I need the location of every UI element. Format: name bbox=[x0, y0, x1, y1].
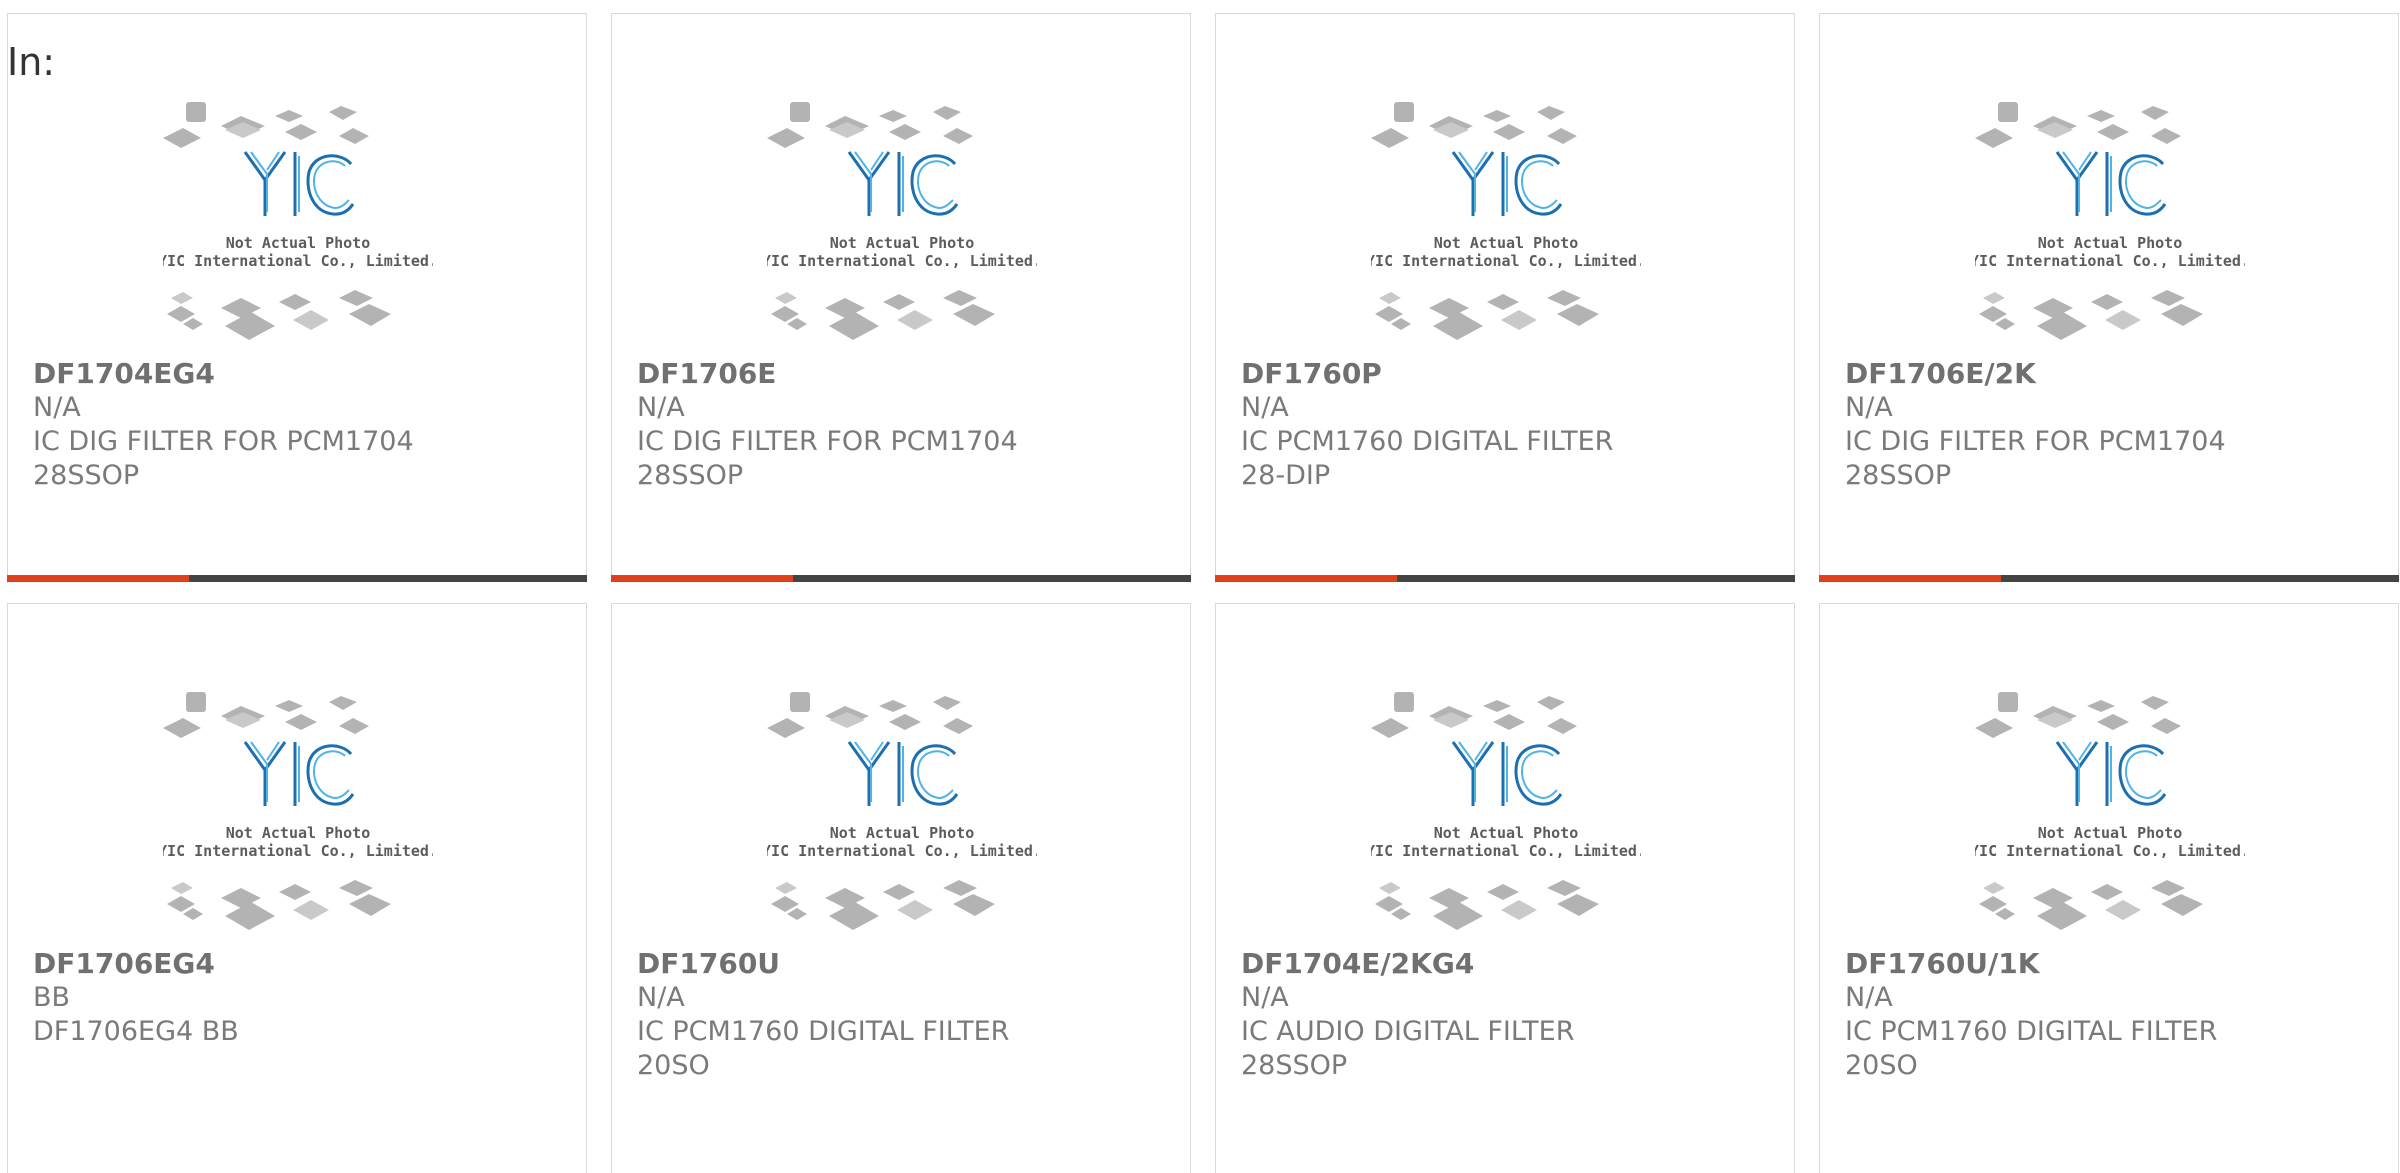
product-photo-placeholder: Not Actual Photo YIC International Co., … bbox=[1371, 102, 1641, 340]
not-actual-photo-text: Not Actual Photo bbox=[2038, 234, 2183, 252]
product-description: IC AUDIO DIGITAL FILTER 28SSOP bbox=[1241, 1016, 1575, 1081]
chip-packages-bottom-icon bbox=[167, 290, 391, 340]
part-number[interactable]: DF1706E/2K bbox=[1845, 357, 2305, 391]
product-photo-placeholder: Not Actual Photo YIC International Co., … bbox=[767, 692, 1037, 930]
product-description: DF1706EG4 BB bbox=[33, 1016, 239, 1047]
product-card-6[interactable]: Not Actual Photo YIC International Co., … bbox=[611, 603, 1191, 1173]
part-number[interactable]: DF1706E bbox=[637, 357, 1097, 391]
product-photo-placeholder: Not Actual Photo YIC International Co., … bbox=[1975, 692, 2245, 930]
not-actual-photo-text: Not Actual Photo bbox=[2038, 824, 2183, 842]
manufacturer: N/A bbox=[1241, 392, 1289, 423]
not-actual-photo-text: Not Actual Photo bbox=[830, 234, 975, 252]
company-name-text: YIC International Co., Limited. bbox=[1975, 842, 2245, 860]
manufacturer: N/A bbox=[637, 982, 685, 1013]
manufacturer: BB bbox=[33, 982, 71, 1013]
card-accent-bar-highlight bbox=[1215, 575, 1397, 582]
yic-logo bbox=[1451, 151, 1563, 216]
product-card-7[interactable]: Not Actual Photo YIC International Co., … bbox=[1215, 603, 1795, 1173]
part-number[interactable]: DF1704E/2KG4 bbox=[1241, 947, 1701, 981]
product-description: IC DIG FILTER FOR PCM1704 28SSOP bbox=[637, 426, 1018, 491]
part-number[interactable]: DF1706EG4 bbox=[33, 947, 493, 981]
card-accent-bar bbox=[7, 575, 587, 582]
manufacturer: N/A bbox=[1845, 982, 1893, 1013]
company-name-text: YIC International Co., Limited. bbox=[163, 252, 433, 270]
not-actual-photo-text: Not Actual Photo bbox=[830, 824, 975, 842]
product-card-8[interactable]: Not Actual Photo YIC International Co., … bbox=[1819, 603, 2399, 1173]
product-card-4[interactable]: Not Actual Photo YIC International Co., … bbox=[1819, 13, 2399, 583]
not-actual-photo-text: Not Actual Photo bbox=[226, 824, 371, 842]
product-description: IC DIG FILTER FOR PCM1704 28SSOP bbox=[33, 426, 414, 491]
product-description: IC PCM1760 DIGITAL FILTER 20SO bbox=[637, 1016, 1010, 1081]
chip-packages-icon bbox=[163, 102, 369, 148]
product-photo-placeholder: Not Actual Photo YIC International Co., … bbox=[163, 692, 433, 930]
chip-packages-bottom-icon bbox=[1979, 880, 2203, 930]
yic-logo bbox=[243, 741, 355, 806]
card-accent-bar bbox=[611, 575, 1191, 582]
chip-packages-bottom-icon bbox=[771, 290, 995, 340]
company-name-text: YIC International Co., Limited. bbox=[1975, 252, 2245, 270]
in-label: In: bbox=[7, 40, 56, 84]
chip-packages-bottom-icon bbox=[167, 880, 391, 930]
chip-packages-icon bbox=[1975, 692, 2181, 738]
chip-packages-bottom-icon bbox=[1375, 290, 1599, 340]
company-name-text: YIC International Co., Limited. bbox=[1371, 842, 1641, 860]
yic-logo bbox=[243, 151, 355, 216]
yic-logo bbox=[2055, 741, 2167, 806]
part-number[interactable]: DF1704EG4 bbox=[33, 357, 493, 391]
manufacturer: N/A bbox=[1845, 392, 1893, 423]
company-name-text: YIC International Co., Limited. bbox=[163, 842, 433, 860]
product-description: IC PCM1760 DIGITAL FILTER 28-DIP bbox=[1241, 426, 1614, 491]
chip-packages-icon bbox=[1371, 102, 1577, 148]
not-actual-photo-text: Not Actual Photo bbox=[226, 234, 371, 252]
card-accent-bar-highlight bbox=[7, 575, 189, 582]
chip-packages-bottom-icon bbox=[771, 880, 995, 930]
chip-packages-icon bbox=[163, 692, 369, 738]
part-number[interactable]: DF1760U bbox=[637, 947, 1097, 981]
chip-packages-icon bbox=[767, 692, 973, 738]
product-description: IC DIG FILTER FOR PCM1704 28SSOP bbox=[1845, 426, 2226, 491]
chip-packages-icon bbox=[1975, 102, 2181, 148]
manufacturer: N/A bbox=[33, 392, 81, 423]
product-photo-placeholder: Not Actual Photo YIC International Co., … bbox=[163, 102, 433, 340]
product-description: IC PCM1760 DIGITAL FILTER 20SO bbox=[1845, 1016, 2218, 1081]
part-number[interactable]: DF1760U/1K bbox=[1845, 947, 2305, 981]
product-card-2[interactable]: Not Actual Photo YIC International Co., … bbox=[611, 13, 1191, 583]
not-actual-photo-text: Not Actual Photo bbox=[1434, 234, 1579, 252]
card-accent-bar-highlight bbox=[1819, 575, 2001, 582]
product-photo-placeholder: Not Actual Photo YIC International Co., … bbox=[1371, 692, 1641, 930]
yic-logo bbox=[847, 151, 959, 216]
yic-logo bbox=[2055, 151, 2167, 216]
manufacturer: N/A bbox=[1241, 982, 1289, 1013]
product-grid: Not Actual Photo YIC International Co., … bbox=[0, 0, 2400, 1173]
chip-packages-icon bbox=[1371, 692, 1577, 738]
product-card-5[interactable]: Not Actual Photo YIC International Co., … bbox=[7, 603, 587, 1173]
company-name-text: YIC International Co., Limited. bbox=[1371, 252, 1641, 270]
manufacturer: N/A bbox=[637, 392, 685, 423]
company-name-text: YIC International Co., Limited. bbox=[767, 252, 1037, 270]
part-number[interactable]: DF1760P bbox=[1241, 357, 1701, 391]
product-photo-placeholder: Not Actual Photo YIC International Co., … bbox=[767, 102, 1037, 340]
card-accent-bar bbox=[1819, 575, 2399, 582]
chip-packages-bottom-icon bbox=[1375, 880, 1599, 930]
product-card-3[interactable]: Not Actual Photo YIC International Co., … bbox=[1215, 13, 1795, 583]
card-accent-bar bbox=[1215, 575, 1795, 582]
not-actual-photo-text: Not Actual Photo bbox=[1434, 824, 1579, 842]
product-card-1[interactable]: Not Actual Photo YIC International Co., … bbox=[7, 13, 587, 583]
yic-logo bbox=[1451, 741, 1563, 806]
chip-packages-bottom-icon bbox=[1979, 290, 2203, 340]
yic-logo bbox=[847, 741, 959, 806]
card-accent-bar-highlight bbox=[611, 575, 793, 582]
product-photo-placeholder: Not Actual Photo YIC International Co., … bbox=[1975, 102, 2245, 340]
chip-packages-icon bbox=[767, 102, 973, 148]
company-name-text: YIC International Co., Limited. bbox=[767, 842, 1037, 860]
